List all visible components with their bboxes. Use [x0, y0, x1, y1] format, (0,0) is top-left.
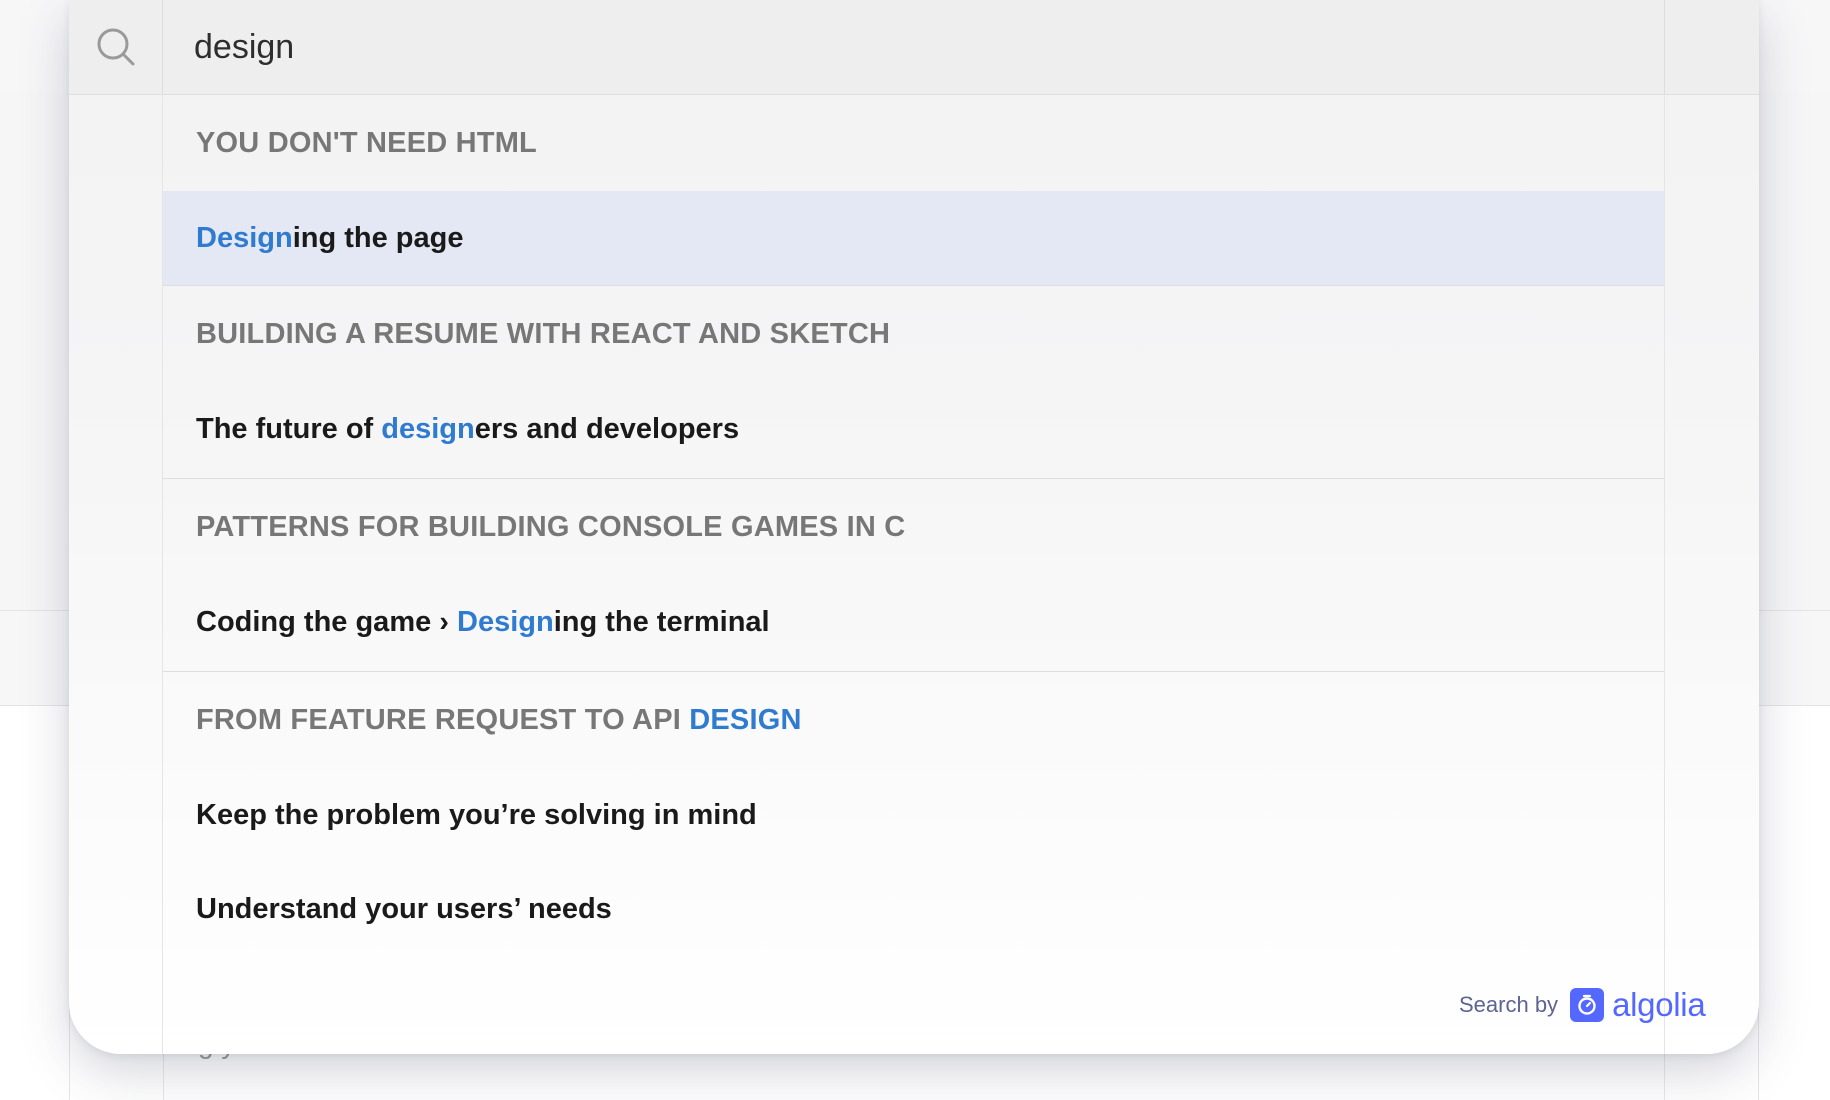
result-text: The future of	[196, 413, 382, 445]
result-text: Coding the game ›	[196, 606, 457, 638]
search-by-label: Search by	[1459, 992, 1559, 1017]
result-group: FROM FEATURE REQUEST TO API DESIGN Keep …	[163, 671, 1664, 956]
result-group-title: YOU DON'T NEED HTML	[196, 127, 537, 159]
search-bar-divider	[1664, 0, 1665, 94]
result-item[interactable]: Understand your users’ needs	[163, 862, 1664, 956]
result-item[interactable]: Designing the page	[163, 191, 1664, 285]
result-group: PATTERNS FOR BUILDING CONSOLE GAMES IN C…	[163, 478, 1664, 669]
result-group-title: FROM FEATURE REQUEST TO API DESIGN	[163, 672, 1664, 768]
algolia-wordmark: algolia	[1612, 986, 1706, 1023]
search-results: YOU DON'T NEED HTML Designing the page B…	[163, 95, 1664, 956]
result-item[interactable]: Coding the game › Designing the terminal	[163, 575, 1664, 669]
result-group: BUILDING A RESUME WITH REACT AND SKETCH …	[163, 285, 1664, 476]
result-group-title: PATTERNS FOR BUILDING CONSOLE GAMES IN C	[196, 511, 906, 543]
algolia-logo-icon	[1570, 988, 1605, 1022]
result-group-title: BUILDING A RESUME WITH REACT AND SKETCH	[196, 318, 891, 350]
search-by-algolia[interactable]: Search by algolia	[1459, 982, 1706, 1028]
result-text: ing the terminal	[553, 606, 770, 638]
result-item[interactable]: Keep the problem you’re solving in mind	[163, 768, 1664, 862]
search-icon[interactable]	[69, 0, 163, 94]
result-group-title-highlight: DESIGN	[689, 704, 802, 736]
result-highlight: design	[381, 413, 475, 445]
result-highlight: Design	[196, 222, 293, 254]
result-highlight: Design	[457, 606, 554, 638]
result-text: ing the page	[292, 222, 464, 254]
result-item[interactable]: The future of designers and developers	[163, 382, 1664, 476]
search-autocomplete-panel: YOU DON'T NEED HTML Designing the page B…	[69, 0, 1759, 1054]
result-text: ers and developers	[474, 413, 740, 445]
search-bar	[69, 0, 1759, 95]
gutter-divider	[1664, 94, 1665, 1054]
result-group-title-text: FROM FEATURE REQUEST TO API	[196, 704, 690, 736]
result-group: YOU DON'T NEED HTML Designing the page	[163, 95, 1664, 285]
search-input[interactable]	[194, 16, 1564, 78]
